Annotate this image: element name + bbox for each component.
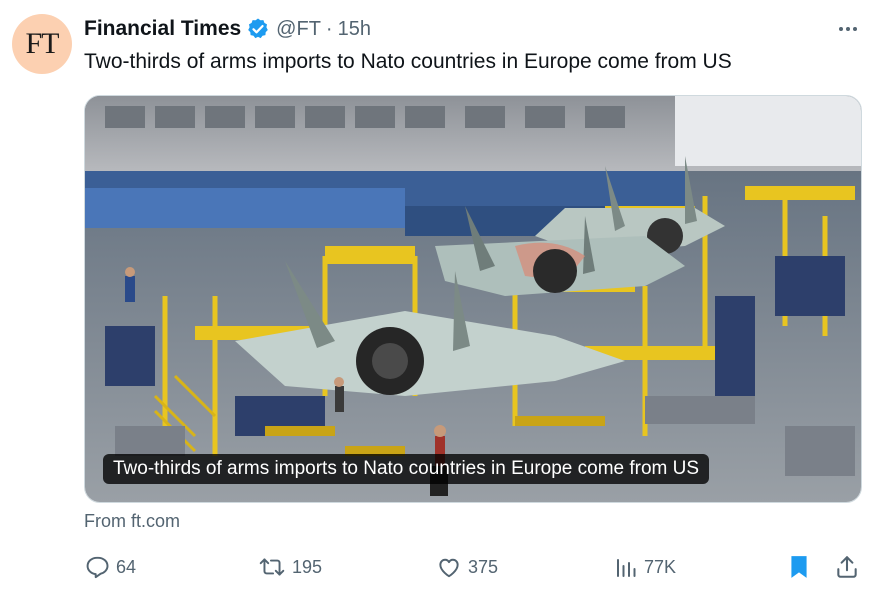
like-button[interactable]: 375 [436,552,498,582]
timestamp[interactable]: 15h [338,18,371,41]
bookmark-icon [788,554,810,580]
tweet-text: Two-thirds of arms imports to Nato count… [84,50,732,73]
display-name[interactable]: Financial Times [84,17,241,41]
share-button[interactable] [834,552,860,582]
views-button[interactable]: 77K [614,552,676,582]
more-dot [853,27,857,31]
tweet-header: Financial Times @FT · 15h [84,16,371,42]
handle[interactable]: @FT [276,18,321,41]
views-count: 77K [644,556,677,577]
avatar[interactable]: FT [12,14,72,74]
action-bar: 64 195 375 77K [84,552,862,584]
more-dot [846,27,850,31]
more-icon[interactable] [833,18,863,40]
verified-badge-icon[interactable] [246,17,270,41]
views-icon [614,554,638,580]
card-caption: Two-thirds of arms imports to Nato count… [103,454,710,484]
like-icon [436,554,462,580]
avatar-text: FT [25,27,59,60]
link-card-image[interactable]: Two-thirds of arms imports to Nato count… [84,95,862,503]
like-count: 375 [468,556,499,577]
reply-count: 64 [116,556,137,577]
separator-dot: · [325,17,333,40]
repost-button[interactable]: 195 [258,552,322,582]
reply-icon [84,554,110,580]
bookmark-button[interactable] [788,552,810,582]
card-source-link[interactable]: From ft.com [84,511,180,532]
more-dot [839,27,843,31]
repost-icon [258,554,286,580]
reply-button[interactable]: 64 [84,552,136,582]
share-icon [834,554,860,580]
repost-count: 195 [292,556,323,577]
factory-photo [85,96,861,502]
